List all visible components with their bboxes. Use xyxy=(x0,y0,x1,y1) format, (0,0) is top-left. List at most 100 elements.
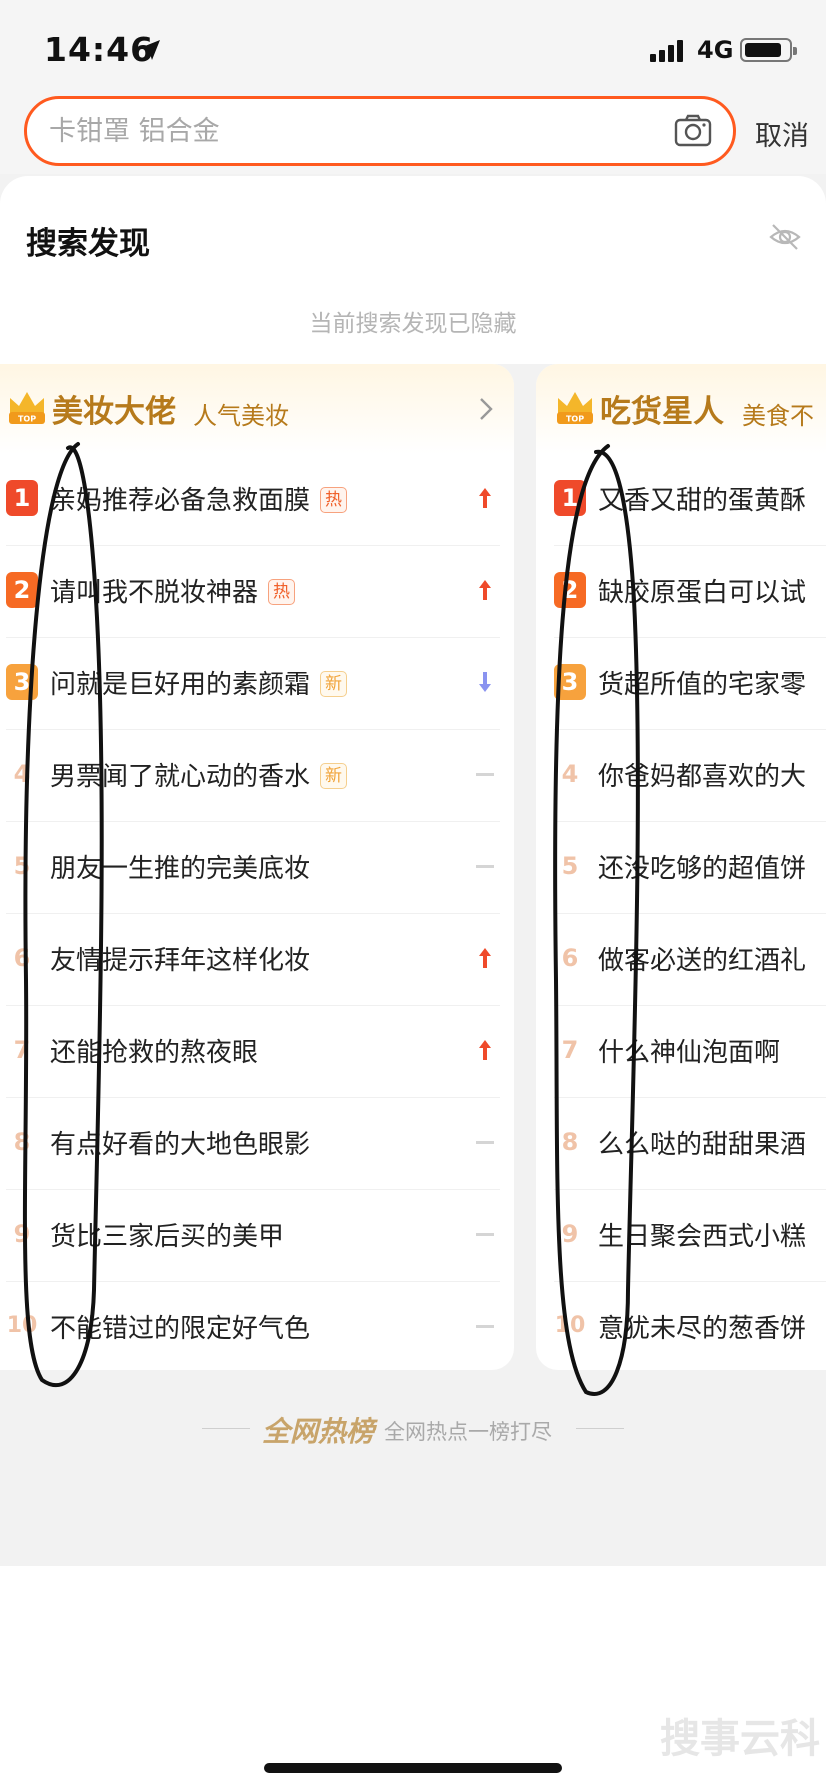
list-item[interactable]: 8 么么哒的甜甜果酒 xyxy=(554,1098,826,1190)
board-list: 1 亲妈推荐必备急救面膜热 2 请叫我不脱妆神器热 3 问就是巨好用的素颜霜新 … xyxy=(0,454,514,1370)
trend-flat-icon xyxy=(476,1325,494,1328)
rank-number: 10 xyxy=(554,1313,586,1338)
trend-up-icon xyxy=(479,1040,491,1060)
item-text: 还没吃够的超值饼 xyxy=(598,854,807,884)
rank-number: 9 xyxy=(561,1220,579,1248)
item-text: 又香又甜的蛋黄酥 xyxy=(598,486,807,516)
item-text: 缺胶原蛋白可以试 xyxy=(598,578,807,608)
board-header[interactable]: TOP 美妆大佬 人气美妆 xyxy=(0,364,514,454)
list-item[interactable]: 4 你爸妈都喜欢的大 xyxy=(554,730,826,822)
network-label: 4G xyxy=(697,36,734,64)
new-badge: 新 xyxy=(320,763,348,789)
trend-flat-icon xyxy=(476,865,494,868)
rank-number: 4 xyxy=(561,760,579,788)
list-item[interactable]: 5 朋友一生推的完美底妆 xyxy=(6,822,500,914)
rank-number: 7 xyxy=(561,1036,579,1064)
item-text: 有点好看的大地色眼影 xyxy=(50,1130,311,1160)
rank-number: 2 xyxy=(6,572,38,608)
list-item[interactable]: 4 男票闻了就心动的香水新 xyxy=(6,730,500,822)
list-item[interactable]: 9 生日聚会西式小糕 xyxy=(554,1190,826,1282)
search-row: 取消 xyxy=(0,96,826,174)
hot-list-tagline: 全网热点一榜打尽 xyxy=(384,1420,552,1444)
list-item[interactable]: 6 友情提示拜年这样化妆 xyxy=(6,914,500,1006)
list-item[interactable]: 6 做客必送的红酒礼 xyxy=(554,914,826,1006)
item-text: 还能抢救的熬夜眼 xyxy=(50,1038,259,1068)
list-item[interactable]: 1 又香又甜的蛋黄酥 xyxy=(554,454,826,546)
cancel-button[interactable]: 取消 xyxy=(755,114,809,153)
chevron-right-icon[interactable] xyxy=(474,394,498,424)
trend-flat-icon xyxy=(476,773,494,776)
board-subtitle: 美食不 xyxy=(742,402,814,430)
hot-badge: 热 xyxy=(268,579,296,605)
list-item[interactable]: 3 问就是巨好用的素颜霜新 xyxy=(6,638,500,730)
trend-flat-icon xyxy=(476,1141,494,1144)
list-item[interactable]: 10 不能错过的限定好气色 xyxy=(6,1282,500,1370)
item-text: 朋友一生推的完美底妆 xyxy=(50,854,311,884)
rank-number: 1 xyxy=(6,480,38,516)
item-text: 男票闻了就心动的香水新 xyxy=(50,756,348,793)
item-text: 货超所值的宅家零 xyxy=(598,670,807,700)
hot-list-footer[interactable]: 全网热榜 全网热点一榜打尽 xyxy=(0,1404,826,1454)
discover-title: 搜索发现 xyxy=(26,226,150,262)
hot-list-logo: 全网热榜 xyxy=(262,1415,375,1448)
search-input[interactable] xyxy=(49,111,649,151)
list-item[interactable]: 3 货超所值的宅家零 xyxy=(554,638,826,730)
item-text: 么么哒的甜甜果酒 xyxy=(598,1130,807,1160)
crown-top-icon: TOP xyxy=(9,392,45,424)
watermark: 搜事云科 xyxy=(660,1716,820,1762)
item-text: 友情提示拜年这样化妆 xyxy=(50,946,311,976)
rank-number: 3 xyxy=(554,664,586,700)
hot-badge: 热 xyxy=(320,487,348,513)
trend-up-icon xyxy=(479,488,491,508)
item-text: 意犹未尽的葱香饼 xyxy=(598,1314,807,1344)
rank-number: 4 xyxy=(13,760,31,788)
search-box[interactable] xyxy=(24,96,736,166)
divider xyxy=(576,1428,624,1429)
home-indicator[interactable] xyxy=(264,1763,562,1773)
camera-icon[interactable] xyxy=(673,111,713,151)
list-item[interactable]: 2 请叫我不脱妆神器热 xyxy=(6,546,500,638)
eye-hidden-icon[interactable] xyxy=(768,220,802,254)
svg-text:TOP: TOP xyxy=(18,415,36,424)
rank-number: 9 xyxy=(13,1220,31,1248)
rank-number: 8 xyxy=(13,1128,31,1156)
rank-number: 10 xyxy=(6,1313,38,1338)
battery-icon xyxy=(740,38,797,62)
item-text: 生日聚会西式小糕 xyxy=(598,1222,807,1252)
board-foodie[interactable]: TOP 吃货星人 美食不 1 又香又甜的蛋黄酥 2 缺胶原蛋白可以试 3 货超所… xyxy=(536,364,826,1370)
new-badge: 新 xyxy=(320,671,348,697)
list-item[interactable]: 9 货比三家后买的美甲 xyxy=(6,1190,500,1282)
rank-number: 2 xyxy=(554,572,586,608)
board-header[interactable]: TOP 吃货星人 美食不 xyxy=(536,364,826,454)
list-item[interactable]: 5 还没吃够的超值饼 xyxy=(554,822,826,914)
rank-number: 3 xyxy=(6,664,38,700)
item-text: 什么神仙泡面啊 xyxy=(598,1038,781,1068)
item-text: 亲妈推荐必备急救面膜热 xyxy=(50,480,348,517)
location-arrow-icon xyxy=(140,40,160,60)
board-list: 1 又香又甜的蛋黄酥 2 缺胶原蛋白可以试 3 货超所值的宅家零 4 你爸妈都喜… xyxy=(536,454,826,1370)
divider xyxy=(202,1428,250,1429)
status-bar: 14:46 4G xyxy=(0,0,826,96)
list-item[interactable]: 7 什么神仙泡面啊 xyxy=(554,1006,826,1098)
board-title: 美妆大佬 xyxy=(52,394,176,430)
signal-icon xyxy=(650,38,688,62)
rank-number: 5 xyxy=(13,852,31,880)
list-item[interactable]: 1 亲妈推荐必备急救面膜热 xyxy=(6,454,500,546)
item-text: 你爸妈都喜欢的大 xyxy=(598,762,807,792)
list-item[interactable]: 10 意犹未尽的葱香饼 xyxy=(554,1282,826,1370)
list-item[interactable]: 7 还能抢救的熬夜眼 xyxy=(6,1006,500,1098)
list-item[interactable]: 8 有点好看的大地色眼影 xyxy=(6,1098,500,1190)
rank-number: 6 xyxy=(561,944,579,972)
item-text: 请叫我不脱妆神器热 xyxy=(50,572,296,609)
svg-text:TOP: TOP xyxy=(566,415,584,424)
board-title: 吃货星人 xyxy=(600,394,724,430)
item-text: 不能错过的限定好气色 xyxy=(50,1314,311,1344)
item-text: 做客必送的红酒礼 xyxy=(598,946,807,976)
trend-flat-icon xyxy=(476,1233,494,1236)
list-item[interactable]: 2 缺胶原蛋白可以试 xyxy=(554,546,826,638)
rank-number: 7 xyxy=(13,1036,31,1064)
hot-boards: TOP 美妆大佬 人气美妆 1 亲妈推荐必备急救面膜热 2 请叫我不脱妆神器热 … xyxy=(0,364,826,1566)
board-beauty[interactable]: TOP 美妆大佬 人气美妆 1 亲妈推荐必备急救面膜热 2 请叫我不脱妆神器热 … xyxy=(0,364,514,1370)
board-subtitle: 人气美妆 xyxy=(193,402,289,430)
trend-up-icon xyxy=(479,948,491,968)
